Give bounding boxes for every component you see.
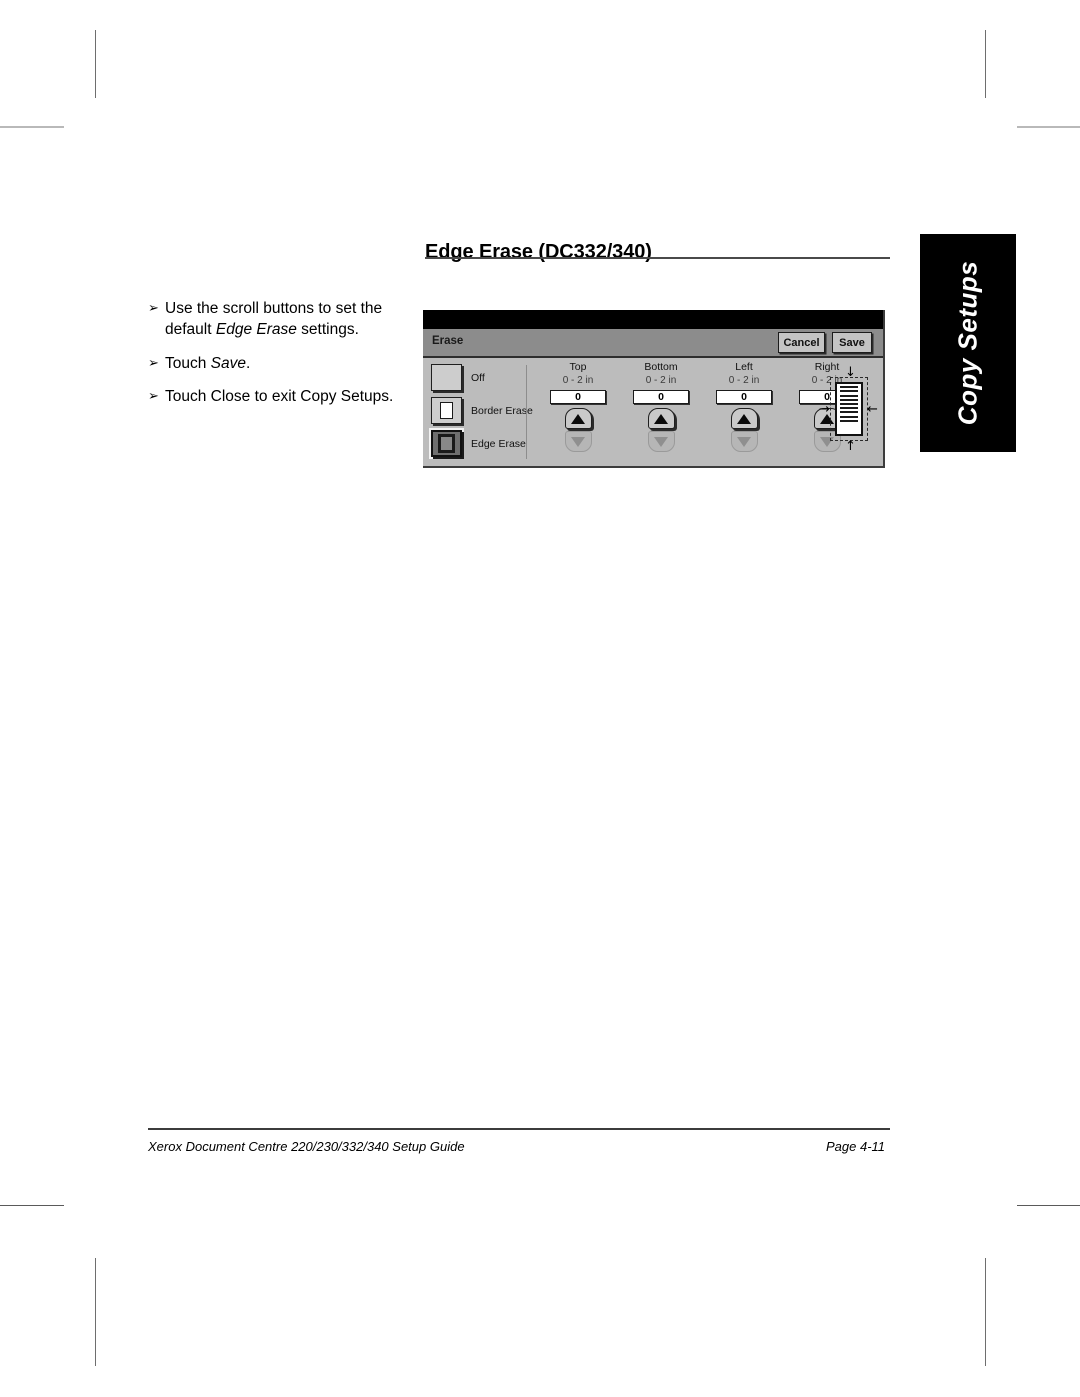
crop-mark-top-right-vertical: [985, 30, 986, 98]
spinner-value-left: 0: [716, 390, 772, 405]
section-tab-copy-setups: Copy Setups: [920, 234, 1016, 452]
spinner-title-left: Left: [735, 361, 753, 373]
bullet-arrow-icon: ➢: [148, 354, 159, 370]
scroll-up-button-top[interactable]: [564, 408, 592, 430]
scroll-up-button-left[interactable]: [730, 408, 758, 430]
page-title: Edge Erase (DC332/340): [425, 241, 652, 264]
preview-sheet-icon: [835, 382, 863, 436]
spinner-group-bottom: Bottom 0 - 2 in 0: [623, 361, 699, 453]
footer-rule: [148, 1128, 890, 1130]
spinner-title-bottom: Bottom: [644, 361, 678, 373]
instruction-text: Use the scroll buttons to set the defaul…: [165, 300, 383, 339]
preview-arrow-top-icon: ↓: [845, 365, 856, 380]
spinner-range-top: 0 - 2 in: [562, 374, 594, 386]
spinner-group-left: Left 0 - 2 in 0: [706, 361, 782, 453]
instruction-text: Touch Close to exit Copy Setups.: [165, 388, 394, 406]
bullet-arrow-icon: ➢: [148, 300, 159, 315]
title-underline-rule: [425, 257, 890, 259]
crop-mark-top-right-horizontal: [1017, 126, 1080, 128]
instruction-list: ➢ Use the scroll buttons to set the defau…: [148, 298, 410, 408]
spinner-title-top: Top: [569, 361, 587, 373]
panel-header-title: Erase: [432, 335, 464, 347]
mode-label-edge-erase: Edge Erase: [471, 437, 526, 450]
mode-swatch-off-icon: [431, 364, 462, 391]
mode-option-edge-erase[interactable]: Edge Erase: [431, 430, 526, 457]
mode-swatch-edge-erase-icon: [431, 430, 462, 457]
preview-arrow-right-icon: ←: [867, 402, 878, 417]
panel-body: Off Border Erase Edge Erase Top 0 - 2 in…: [423, 358, 883, 466]
touch-screen-panel: Erase Cancel Save Off Border Erase Edge …: [423, 310, 885, 468]
crop-mark-top-left-horizontal: [0, 126, 64, 128]
mode-label-off: Off: [471, 371, 485, 384]
scroll-up-button-bottom[interactable]: [647, 408, 675, 430]
footer-page-number: Page 4-11: [826, 1139, 886, 1154]
instruction-text: Touch Save.: [165, 354, 251, 372]
mode-label-border-erase: Border Erase: [471, 404, 533, 417]
preview-arrow-left-icon: →: [819, 402, 830, 417]
mode-option-off[interactable]: Off: [431, 364, 485, 391]
crop-mark-bottom-right-horizontal: [1017, 1205, 1080, 1206]
scroll-down-button-top[interactable]: [564, 431, 592, 453]
mode-swatch-border-erase-icon: [431, 397, 462, 424]
crop-mark-bottom-left-vertical: [95, 1258, 96, 1366]
section-tab-label: Copy Setups: [952, 260, 983, 426]
scroll-down-button-left[interactable]: [730, 431, 758, 453]
spinner-range-left: 0 - 2 in: [728, 374, 760, 386]
page-preview-diagram-icon: ↓ ↑ → ←: [819, 365, 878, 454]
spinner-range-bottom: 0 - 2 in: [645, 374, 677, 386]
preview-arrow-bottom-icon: ↑: [845, 439, 856, 454]
cancel-button[interactable]: Cancel: [778, 332, 825, 353]
crop-mark-bottom-right-vertical: [985, 1258, 986, 1366]
panel-header-bar: Erase Cancel Save: [423, 329, 883, 358]
panel-top-black-bar: [423, 310, 883, 329]
footer-guide-title: Xerox Document Centre 220/230/332/340 Se…: [148, 1139, 465, 1154]
scroll-down-button-bottom[interactable]: [647, 431, 675, 453]
instruction-item: ➢ Touch Save.: [148, 353, 410, 374]
spinner-value-bottom: 0: [633, 390, 689, 405]
save-button[interactable]: Save: [832, 332, 872, 353]
crop-mark-bottom-left-horizontal: [0, 1205, 64, 1206]
bullet-arrow-icon: ➢: [148, 388, 159, 404]
spinner-group-top: Top 0 - 2 in 0: [540, 361, 616, 453]
instruction-item: ➢ Use the scroll buttons to set the defau…: [148, 298, 410, 341]
spinner-value-top: 0: [550, 390, 606, 405]
instruction-item: ➢ Touch Close to exit Copy Setups.: [148, 386, 410, 407]
mode-option-border-erase[interactable]: Border Erase: [431, 397, 533, 424]
crop-mark-top-left-vertical: [95, 30, 96, 98]
panel-vertical-divider: [526, 365, 527, 459]
